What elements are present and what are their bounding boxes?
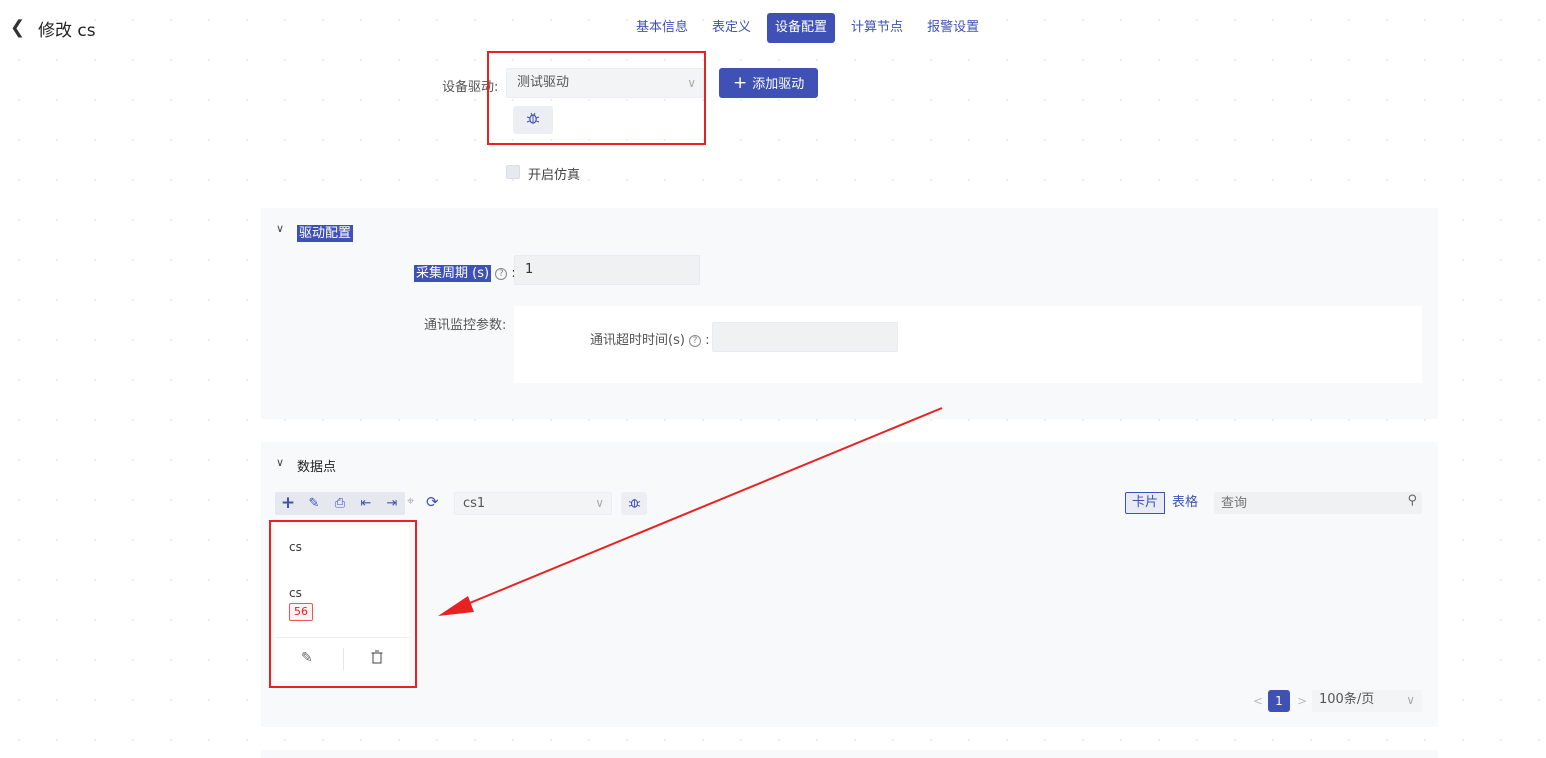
annotation-arrow bbox=[438, 407, 943, 616]
